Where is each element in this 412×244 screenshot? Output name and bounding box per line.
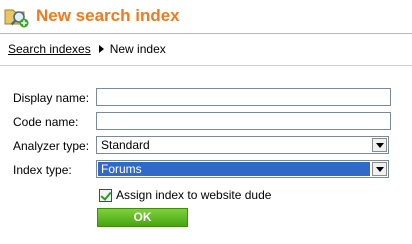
- chevron-down-icon[interactable]: [372, 162, 387, 176]
- page-title: New search index: [36, 6, 180, 25]
- analyzer-type-select[interactable]: Standard: [96, 136, 389, 154]
- code-name-field[interactable]: [96, 112, 391, 130]
- breadcrumb-link-search-indexes[interactable]: Search indexes: [8, 42, 91, 56]
- page-header: New search index: [0, 0, 412, 32]
- ok-button[interactable]: OK: [97, 208, 188, 227]
- assign-index-row: Assign index to website dude: [99, 187, 271, 203]
- analyzer-type-value: Standard: [101, 138, 150, 152]
- header-divider: [0, 33, 412, 34]
- breadcrumb-current: New index: [109, 42, 166, 56]
- chevron-down-icon[interactable]: [372, 138, 387, 152]
- index-type-label: Index type:: [13, 163, 72, 177]
- breadcrumb-divider: [0, 65, 412, 66]
- assign-index-checkbox[interactable]: [99, 188, 112, 202]
- index-type-select[interactable]: Forums: [96, 160, 389, 178]
- display-name-label: Display name:: [13, 91, 90, 105]
- folder-search-add-icon: [4, 9, 29, 28]
- analyzer-type-label: Analyzer type:: [13, 139, 90, 153]
- index-type-value: Forums: [98, 162, 370, 176]
- breadcrumb-separator-icon: [98, 45, 104, 53]
- display-name-field[interactable]: [96, 88, 391, 106]
- code-name-label: Code name:: [13, 115, 79, 129]
- breadcrumb: Search indexes New index: [8, 41, 166, 57]
- assign-index-label[interactable]: Assign index to website dude: [116, 188, 271, 202]
